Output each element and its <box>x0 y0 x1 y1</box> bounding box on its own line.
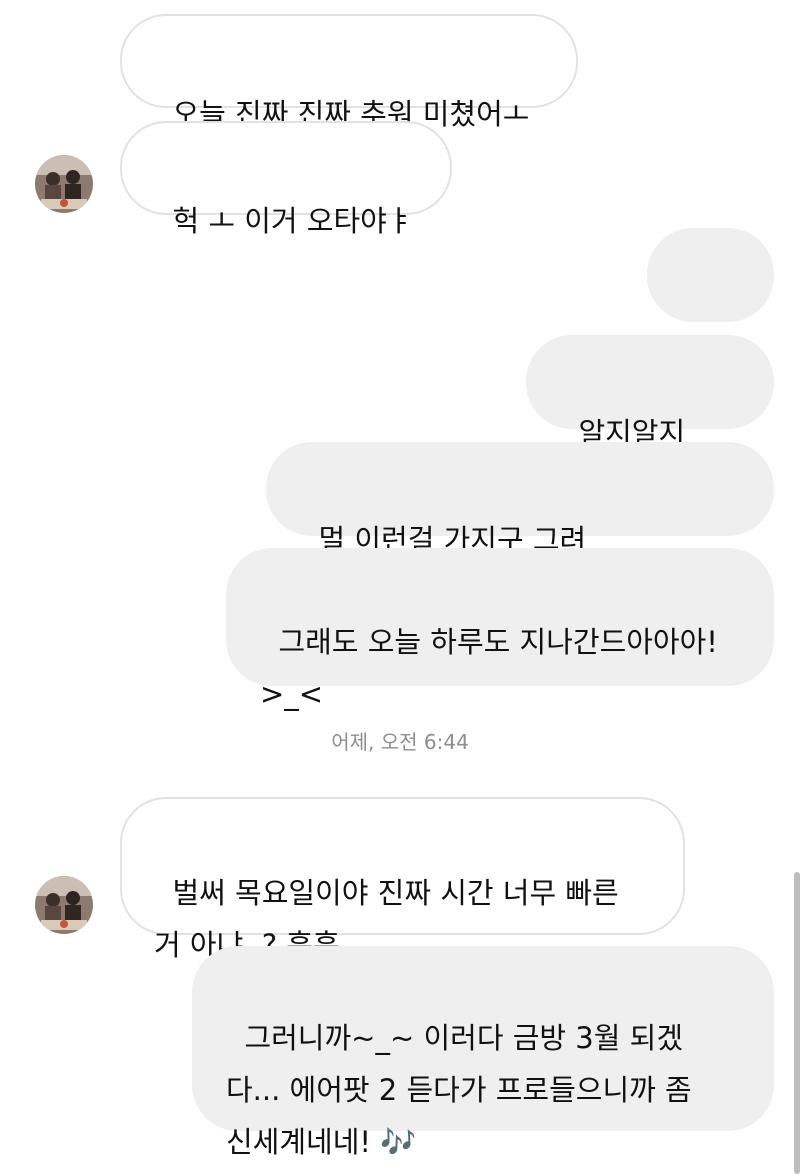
scrollbar[interactable] <box>794 872 800 1174</box>
message-bubble-incoming[interactable]: 오늘 진짜 진짜 추워 미쳤어ㅗ <box>120 14 578 131</box>
message-bubble-outgoing[interactable]: 에잉 <box>647 228 774 395</box>
message-bubble-outgoing[interactable]: 멀 이런걸 가지구 그려~~~~~~~ <box>266 442 774 609</box>
avatar[interactable] <box>35 876 93 934</box>
timestamp: 어제, 오전 6:44 <box>331 730 469 754</box>
message-bubble-outgoing[interactable]: 그래도 오늘 하루도 지나간드아아아! >_< <box>226 548 774 711</box>
message-bubble-incoming[interactable]: 벌써 목요일이야 진짜 시간 너무 빠른 거 아냐,,? 흑흑 <box>120 797 685 962</box>
message-bubble-outgoing[interactable]: 그러니까~_~ 이러다 금방 3월 되겠 다... 에어팟 2 듣다가 프로들으… <box>192 946 774 1159</box>
message-text: 그래도 오늘 하루도 지나간드아아아! >_< <box>260 625 718 711</box>
message-text: 헉 ㅗ 이거 오타야ㅑ <box>172 204 414 238</box>
message-bubble-incoming[interactable]: 헉 ㅗ 이거 오타야ㅑ <box>120 121 452 238</box>
message-text: 그러니까~_~ 이러다 금방 3월 되겠 다... 에어팟 2 듣다가 프로들으… <box>226 1021 692 1159</box>
profile-photo-icon <box>35 876 93 934</box>
profile-photo-icon <box>35 155 93 213</box>
message-bubble-outgoing[interactable]: 알지알지~_~ <box>526 335 774 502</box>
avatar[interactable] <box>35 155 93 213</box>
